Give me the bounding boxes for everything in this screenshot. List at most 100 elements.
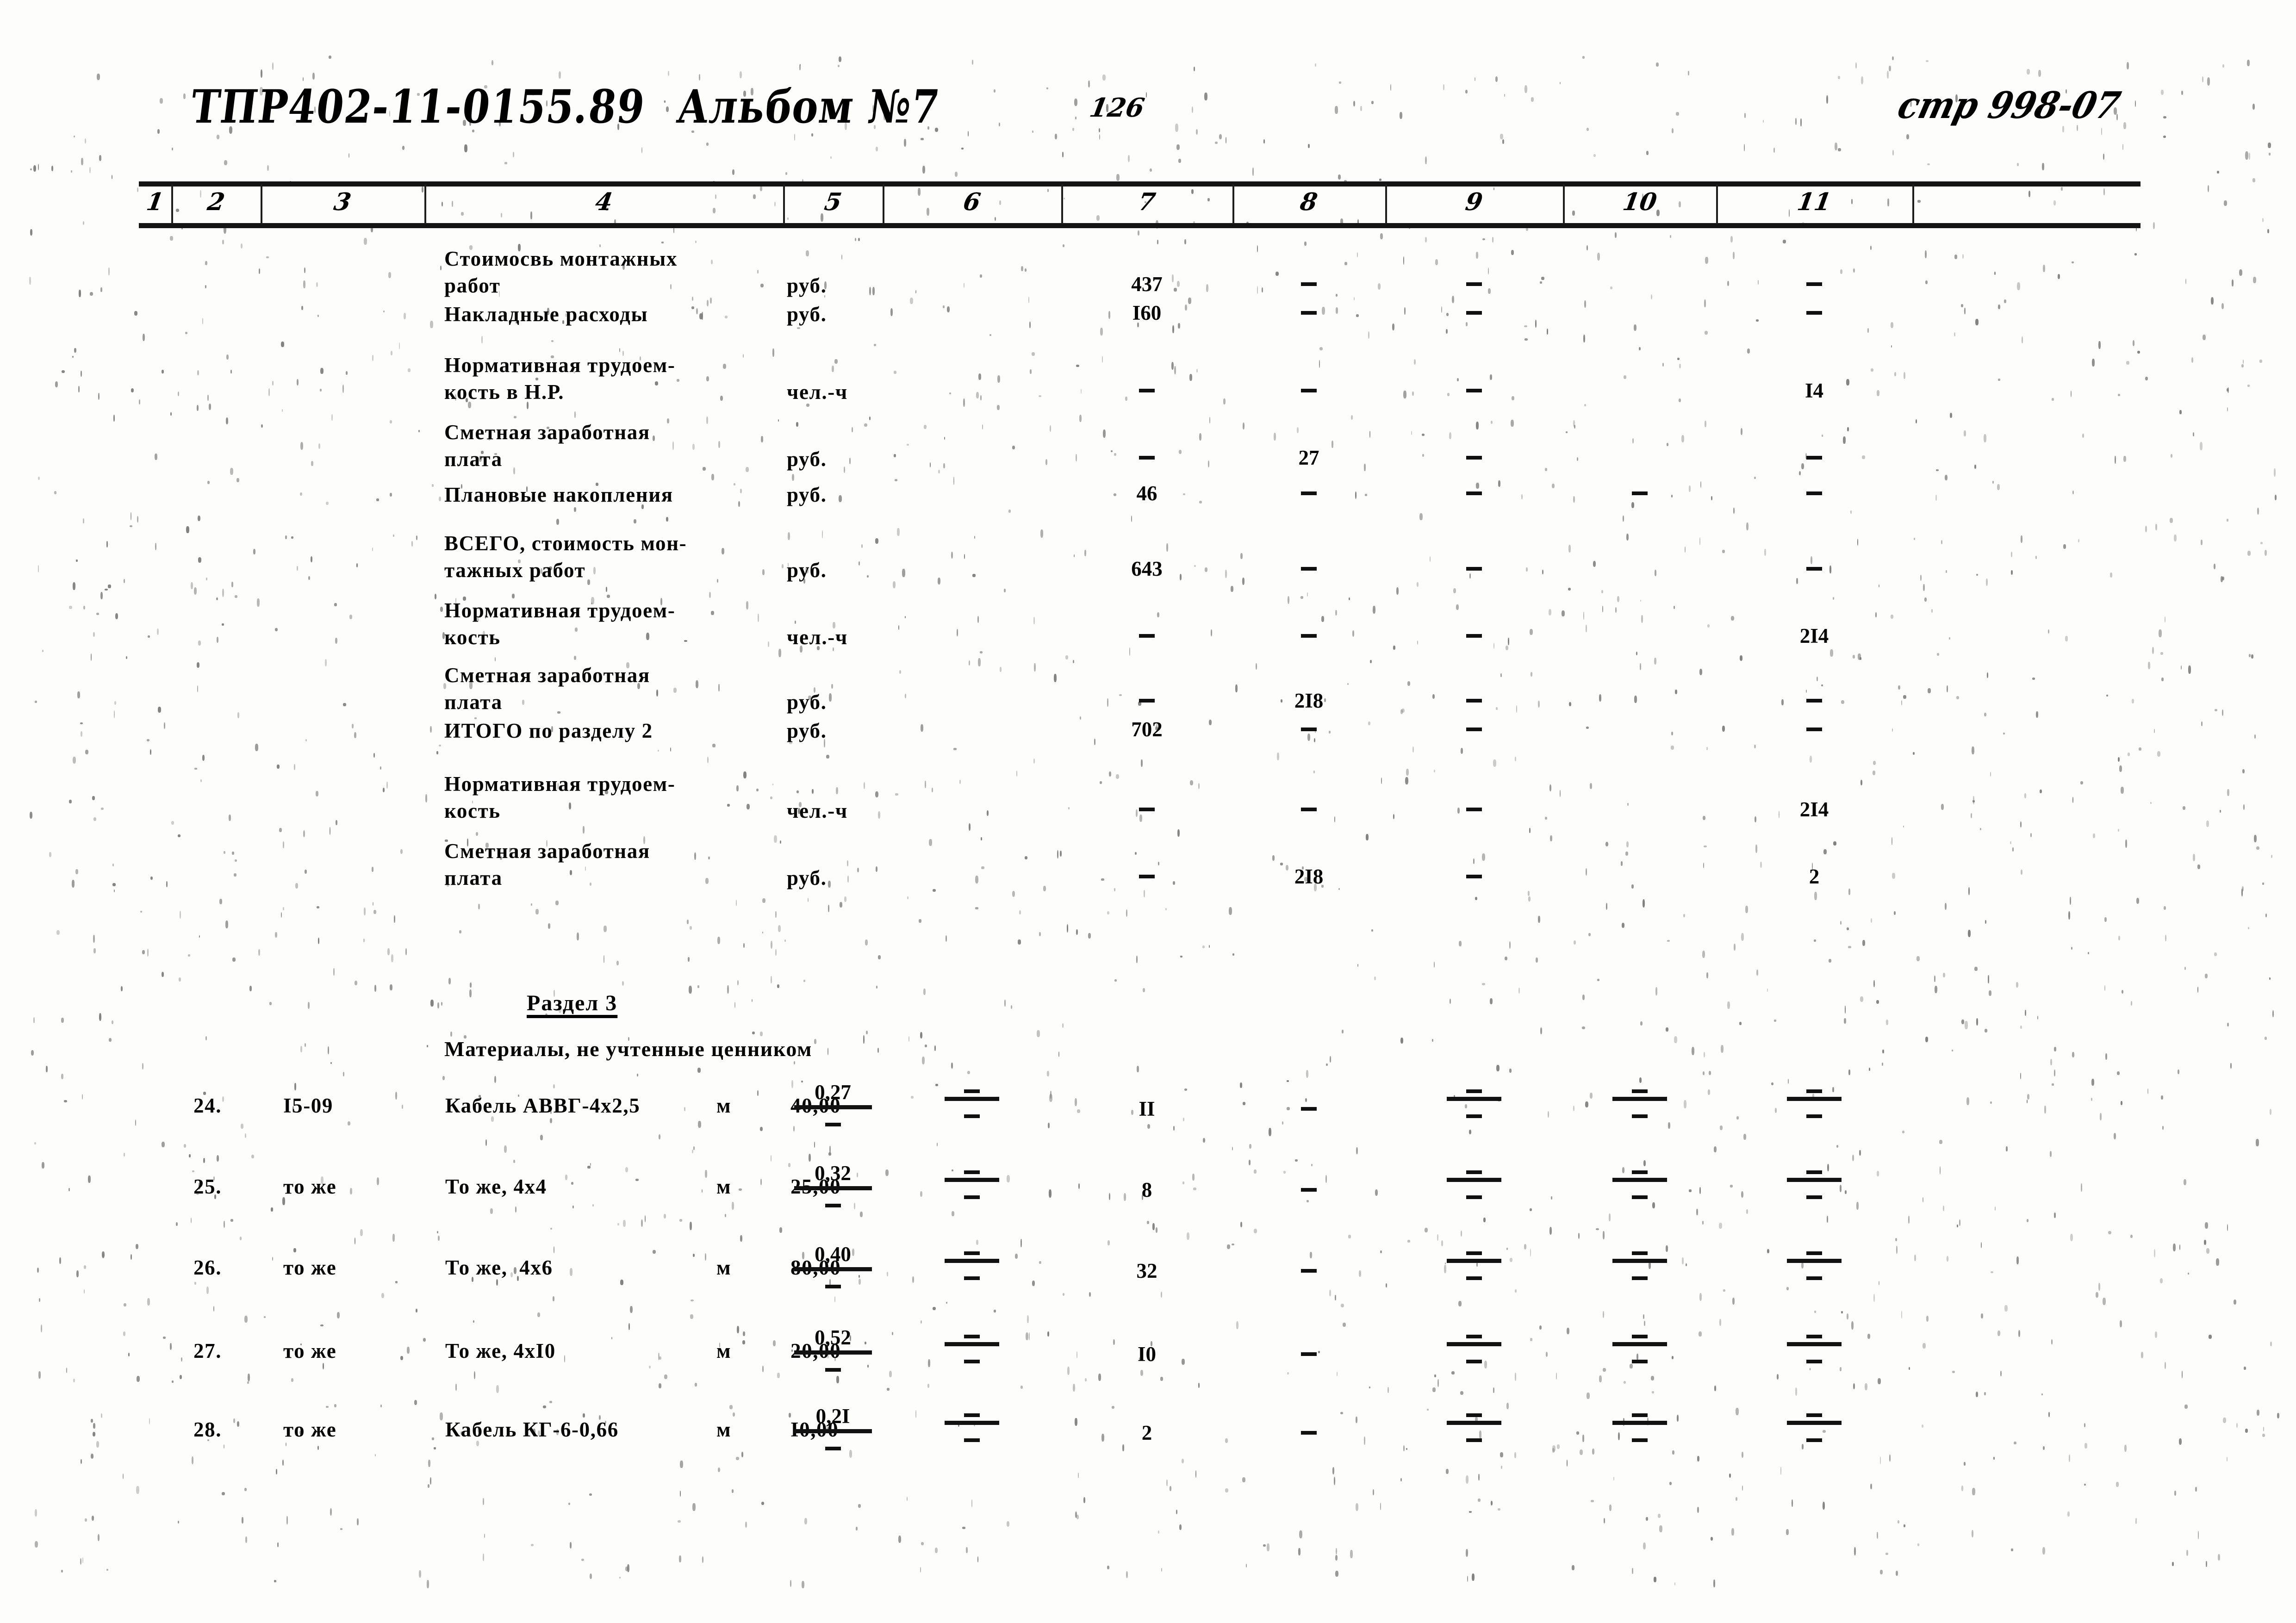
material-cell-fraction-col6: [923, 1163, 1020, 1203]
summary-cell-dash-col9: [1466, 389, 1482, 392]
summary-cell-value-col7: I60: [1132, 301, 1162, 324]
material-cell-fraction-col10: [1591, 1327, 1688, 1368]
summary-cell-dash-col7: [1139, 456, 1155, 460]
summary-row-name: Плановые накопления: [444, 483, 673, 506]
summary-cell-value-col11: 2: [1809, 865, 1820, 888]
material-cell-dash-col8: [1301, 1107, 1317, 1111]
column-divider: [1061, 184, 1063, 224]
material-cell-fraction-col9: [1425, 1082, 1523, 1122]
material-row-name: Кабель КГ-6-0,66: [445, 1418, 619, 1441]
summary-row-name: Сметная заработная плата: [444, 664, 650, 714]
summary-cell-dash-col11: [1806, 282, 1822, 286]
summary-cell-dash-col7: [1139, 634, 1155, 638]
material-cell-fraction-col11: [1766, 1163, 1863, 1203]
summary-cell-value-col7: 437: [1131, 273, 1163, 296]
material-cell-dash-col8: [1301, 1188, 1317, 1192]
material-cell-fraction-col6: [923, 1244, 1020, 1284]
material-cell-fraction-col10: [1591, 1406, 1688, 1446]
summary-cell-value-col8: 27: [1298, 446, 1319, 469]
summary-cell-dash-col9: [1466, 491, 1482, 495]
scan-noise-overlay: [0, 0, 2296, 1623]
material-cell-fraction-col10: [1591, 1082, 1688, 1122]
summary-cell-dash-col9: [1466, 699, 1482, 703]
column-number-3: 3: [332, 188, 353, 216]
summary-row-name: Нормативная трудоем- кость: [444, 772, 676, 822]
column-number-7: 7: [1136, 188, 1157, 216]
material-row-unit: м: [716, 1256, 732, 1279]
summary-row-name: Накладные расходы: [444, 303, 648, 326]
album-text: Альбом №7: [674, 80, 943, 134]
material-row-code: то же: [283, 1256, 337, 1279]
column-divider: [424, 184, 426, 224]
column-number-11: 11: [1795, 188, 1834, 216]
material-cell-fraction-col10: [1591, 1244, 1688, 1284]
summary-row-unit: руб.: [787, 559, 827, 582]
summary-row-name: Нормативная трудоем- кость: [444, 599, 676, 649]
summary-cell-dash-col8: [1301, 311, 1317, 315]
summary-cell-dash-col9: [1466, 808, 1482, 811]
section-subtitle-materials: Материалы, не учтенные ценником: [444, 1037, 813, 1061]
summary-cell-dash-col7: [1139, 875, 1155, 878]
summary-cell-value-col11: 2I4: [1799, 624, 1829, 647]
column-number-6: 6: [961, 188, 983, 216]
column-divider: [883, 184, 884, 224]
column-number-5: 5: [822, 188, 844, 216]
column-divider: [783, 184, 785, 224]
material-cell-fraction-col11: [1766, 1327, 1863, 1368]
summary-cell-dash-col7: [1139, 808, 1155, 811]
material-row-unit: м: [716, 1339, 732, 1362]
material-row-number: 28.: [193, 1418, 222, 1441]
document-code-text: ТПР402-11-0155.89: [187, 80, 648, 134]
summary-row-name: ВСЕГО, стоимость мон- тажных работ: [444, 532, 687, 582]
material-cell-fraction-col9: [1425, 1244, 1523, 1284]
summary-row-name: ИТОГО по разделу 2: [444, 719, 653, 742]
summary-cell-dash-col8: [1301, 808, 1317, 811]
document-code-handwritten: ТПР402-11-0155.89 Альбом №7: [188, 80, 943, 134]
summary-row-unit: руб.: [787, 483, 827, 506]
material-cell-fraction-col11: [1766, 1244, 1863, 1284]
summary-row-name: Стоимосвь монтажных работ: [444, 247, 678, 297]
material-cell-dash-col8: [1301, 1269, 1317, 1273]
material-cell-fraction-col10: [1591, 1163, 1688, 1203]
material-cell-value-col7: 8: [1141, 1178, 1152, 1201]
material-cell-fraction-col6: [923, 1327, 1020, 1368]
summary-cell-dash-col11: [1806, 567, 1822, 571]
material-cell-value-col7: I0: [1137, 1343, 1156, 1366]
summary-row-unit: руб.: [787, 274, 827, 297]
summary-cell-dash-col9: [1466, 456, 1482, 460]
summary-row-unit: чел.-ч: [787, 626, 848, 649]
summary-row-unit: руб.: [787, 690, 827, 714]
summary-row-name: Нормативная трудоем- кость в Н.Р.: [444, 354, 676, 404]
column-divider: [261, 184, 262, 224]
material-cell-dash-col8: [1301, 1352, 1317, 1356]
summary-cell-dash-col9: [1466, 311, 1482, 315]
summary-cell-dash-col8: [1301, 634, 1317, 638]
material-row-unit: м: [716, 1175, 732, 1198]
column-divider: [1563, 184, 1565, 224]
summary-cell-dash-col11: [1806, 311, 1822, 315]
summary-cell-value-col11: I4: [1804, 379, 1823, 402]
material-cell-value-col7: 32: [1136, 1259, 1157, 1282]
scanned-document-page: ТПР402-11-0155.89 Альбом №7 126 стр 998-0…: [0, 0, 2296, 1623]
material-row-name: То же, 4хI0: [445, 1339, 556, 1362]
summary-row-unit: руб.: [787, 866, 827, 889]
summary-cell-dash-col8: [1301, 728, 1317, 731]
column-divider: [1912, 184, 1914, 224]
summary-cell-dash-col11: [1806, 491, 1822, 495]
material-row-number: 25.: [193, 1175, 222, 1198]
summary-cell-dash-col10: [1631, 491, 1648, 495]
material-row-code: то же: [283, 1175, 337, 1198]
column-number-10: 10: [1620, 188, 1659, 216]
summary-cell-value-col7: 46: [1136, 482, 1157, 505]
material-cell-fraction-col11: [1766, 1082, 1863, 1122]
summary-cell-value-col8: 2I8: [1294, 865, 1324, 888]
summary-cell-dash-col8: [1301, 491, 1317, 495]
summary-row-name: Сметная заработная плата: [444, 839, 650, 889]
material-cell-fraction-col9: [1425, 1327, 1523, 1368]
material-cell-fraction-col5: 0,27: [784, 1082, 882, 1131]
summary-cell-dash-col9: [1466, 875, 1482, 878]
summary-row-unit: чел.-ч: [787, 380, 848, 404]
summary-cell-value-col8: 2I8: [1294, 689, 1324, 712]
material-cell-fraction-col9: [1425, 1406, 1523, 1446]
summary-cell-dash-col11: [1806, 456, 1822, 460]
